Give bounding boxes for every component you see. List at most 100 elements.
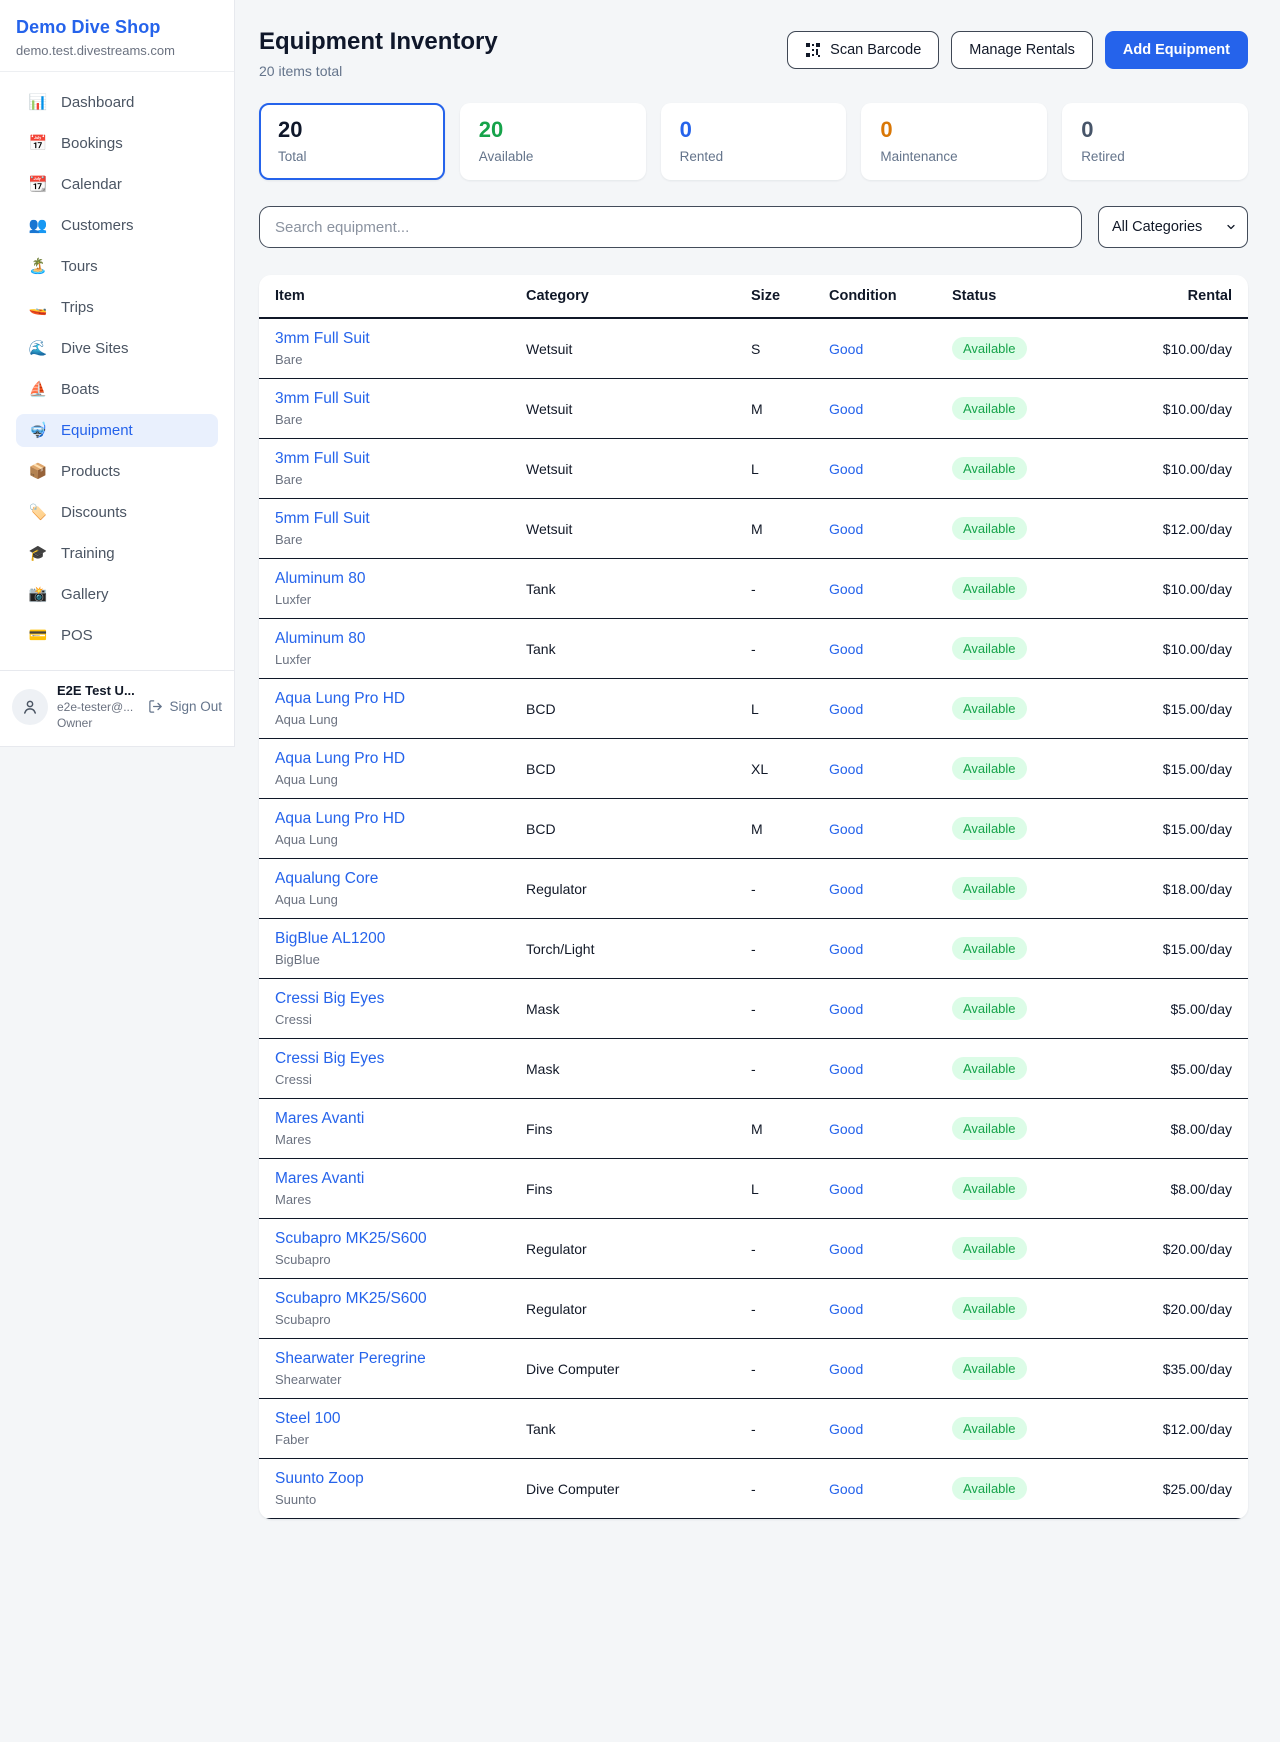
table-header: ItemCategorySizeConditionStatusRental [259, 275, 1248, 319]
item-condition-link[interactable]: Good [829, 821, 952, 837]
item-condition-link[interactable]: Good [829, 701, 952, 717]
search-input[interactable] [259, 206, 1082, 248]
stat-card-available[interactable]: 20 Available [460, 103, 646, 180]
item-cell: 3mm Full Suit Bare [275, 450, 526, 487]
status-cell: Available [952, 1117, 1122, 1140]
stat-card-retired[interactable]: 0 Retired [1062, 103, 1248, 180]
item-name-link[interactable]: 3mm Full Suit [275, 450, 526, 468]
item-cell: Mares Avanti Mares [275, 1170, 526, 1207]
status-cell: Available [952, 1357, 1122, 1380]
item-condition-link[interactable]: Good [829, 1121, 952, 1137]
item-condition-link[interactable]: Good [829, 881, 952, 897]
item-condition-link[interactable]: Good [829, 1421, 952, 1437]
manage-rentals-button[interactable]: Manage Rentals [951, 31, 1093, 69]
sidebar-item-training[interactable]: 🎓 Training [16, 537, 218, 570]
item-condition-link[interactable]: Good [829, 401, 952, 417]
item-name-link[interactable]: Suunto Zoop [275, 1470, 526, 1488]
column-header-category: Category [526, 288, 751, 304]
sidebar-item-label: Equipment [61, 422, 133, 439]
item-name-link[interactable]: Scubapro MK25/S600 [275, 1230, 526, 1248]
item-name-link[interactable]: Aqua Lung Pro HD [275, 690, 526, 708]
items-total: 20 items total [259, 63, 498, 79]
item-condition-link[interactable]: Good [829, 1481, 952, 1497]
table-row: 3mm Full Suit Bare Wetsuit L Good Availa… [259, 439, 1248, 499]
sidebar-item-dashboard[interactable]: 📊 Dashboard [16, 86, 218, 119]
item-cell: Aqua Lung Pro HD Aqua Lung [275, 810, 526, 847]
sidebar-item-boats[interactable]: ⛵ Boats [16, 373, 218, 406]
item-category: Mask [526, 1061, 751, 1077]
scan-barcode-button[interactable]: Scan Barcode [787, 31, 939, 69]
item-cell: Scubapro MK25/S600 Scubapro [275, 1290, 526, 1327]
item-condition-link[interactable]: Good [829, 581, 952, 597]
item-name-link[interactable]: Cressi Big Eyes [275, 990, 526, 1008]
status-cell: Available [952, 1477, 1122, 1500]
item-name-link[interactable]: Aqua Lung Pro HD [275, 810, 526, 828]
item-name-link[interactable]: Aqualung Core [275, 870, 526, 888]
item-brand: Mares [275, 1192, 526, 1207]
item-name-link[interactable]: Cressi Big Eyes [275, 1050, 526, 1068]
item-rental: $15.00/day [1122, 701, 1232, 717]
sidebar-item-tours[interactable]: 🏝️ Tours [16, 250, 218, 283]
item-condition-link[interactable]: Good [829, 1001, 952, 1017]
item-name-link[interactable]: Steel 100 [275, 1410, 526, 1428]
item-condition-link[interactable]: Good [829, 761, 952, 777]
status-cell: Available [952, 457, 1122, 480]
item-brand: Scubapro [275, 1312, 526, 1327]
item-rental: $5.00/day [1122, 1061, 1232, 1077]
item-name-link[interactable]: Aluminum 80 [275, 570, 526, 588]
item-condition-link[interactable]: Good [829, 641, 952, 657]
sidebar-item-customers[interactable]: 👥 Customers [16, 209, 218, 242]
sidebar-item-trips[interactable]: 🚤 Trips [16, 291, 218, 324]
sidebar-item-gallery[interactable]: 📸 Gallery [16, 578, 218, 611]
item-name-link[interactable]: Aluminum 80 [275, 630, 526, 648]
table-row: Mares Avanti Mares Fins L Good Available… [259, 1159, 1248, 1219]
stat-card-total[interactable]: 20 Total [259, 103, 445, 180]
item-condition-link[interactable]: Good [829, 1361, 952, 1377]
user-meta: E2E Test U... e2e-tester@... Owner [57, 683, 139, 730]
item-condition-link[interactable]: Good [829, 941, 952, 957]
add-equipment-button[interactable]: Add Equipment [1105, 31, 1248, 69]
item-condition-link[interactable]: Good [829, 1061, 952, 1077]
item-name-link[interactable]: Scubapro MK25/S600 [275, 1290, 526, 1308]
item-rental: $10.00/day [1122, 461, 1232, 477]
table-row: Aluminum 80 Luxfer Tank - Good Available… [259, 619, 1248, 679]
item-condition-link[interactable]: Good [829, 521, 952, 537]
table-row: 3mm Full Suit Bare Wetsuit M Good Availa… [259, 379, 1248, 439]
category-select[interactable]: All Categories [1098, 206, 1248, 248]
scan-barcode-label: Scan Barcode [830, 42, 921, 58]
item-name-link[interactable]: 3mm Full Suit [275, 390, 526, 408]
dive-sites-icon: 🌊 [28, 341, 48, 356]
item-name-link[interactable]: Shearwater Peregrine [275, 1350, 526, 1368]
item-name-link[interactable]: Mares Avanti [275, 1110, 526, 1128]
sign-out-button[interactable]: Sign Out [148, 699, 222, 714]
item-condition-link[interactable]: Good [829, 1301, 952, 1317]
column-header-size: Size [751, 288, 829, 304]
status-badge: Available [952, 1117, 1027, 1140]
item-name-link[interactable]: 3mm Full Suit [275, 330, 526, 348]
sidebar-item-dive-sites[interactable]: 🌊 Dive Sites [16, 332, 218, 365]
stat-card-maintenance[interactable]: 0 Maintenance [861, 103, 1047, 180]
status-cell: Available [952, 817, 1122, 840]
item-name-link[interactable]: BigBlue AL1200 [275, 930, 526, 948]
sidebar-item-bookings[interactable]: 📅 Bookings [16, 127, 218, 160]
item-size: - [751, 1001, 829, 1017]
item-rental: $20.00/day [1122, 1301, 1232, 1317]
sidebar-item-calendar[interactable]: 📆 Calendar [16, 168, 218, 201]
sidebar-item-products[interactable]: 📦 Products [16, 455, 218, 488]
item-condition-link[interactable]: Good [829, 1241, 952, 1257]
item-condition-link[interactable]: Good [829, 1181, 952, 1197]
item-name-link[interactable]: Mares Avanti [275, 1170, 526, 1188]
sidebar-item-pos[interactable]: 💳 POS [16, 619, 218, 652]
stat-card-rented[interactable]: 0 Rented [661, 103, 847, 180]
item-cell: Scubapro MK25/S600 Scubapro [275, 1230, 526, 1267]
status-badge: Available [952, 577, 1027, 600]
item-name-link[interactable]: Aqua Lung Pro HD [275, 750, 526, 768]
status-badge: Available [952, 457, 1027, 480]
item-rental: $10.00/day [1122, 401, 1232, 417]
item-condition-link[interactable]: Good [829, 341, 952, 357]
sidebar-item-equipment[interactable]: 🤿 Equipment [16, 414, 218, 447]
item-condition-link[interactable]: Good [829, 461, 952, 477]
sidebar-item-discounts[interactable]: 🏷️ Discounts [16, 496, 218, 529]
item-name-link[interactable]: 5mm Full Suit [275, 510, 526, 528]
status-badge: Available [952, 1417, 1027, 1440]
